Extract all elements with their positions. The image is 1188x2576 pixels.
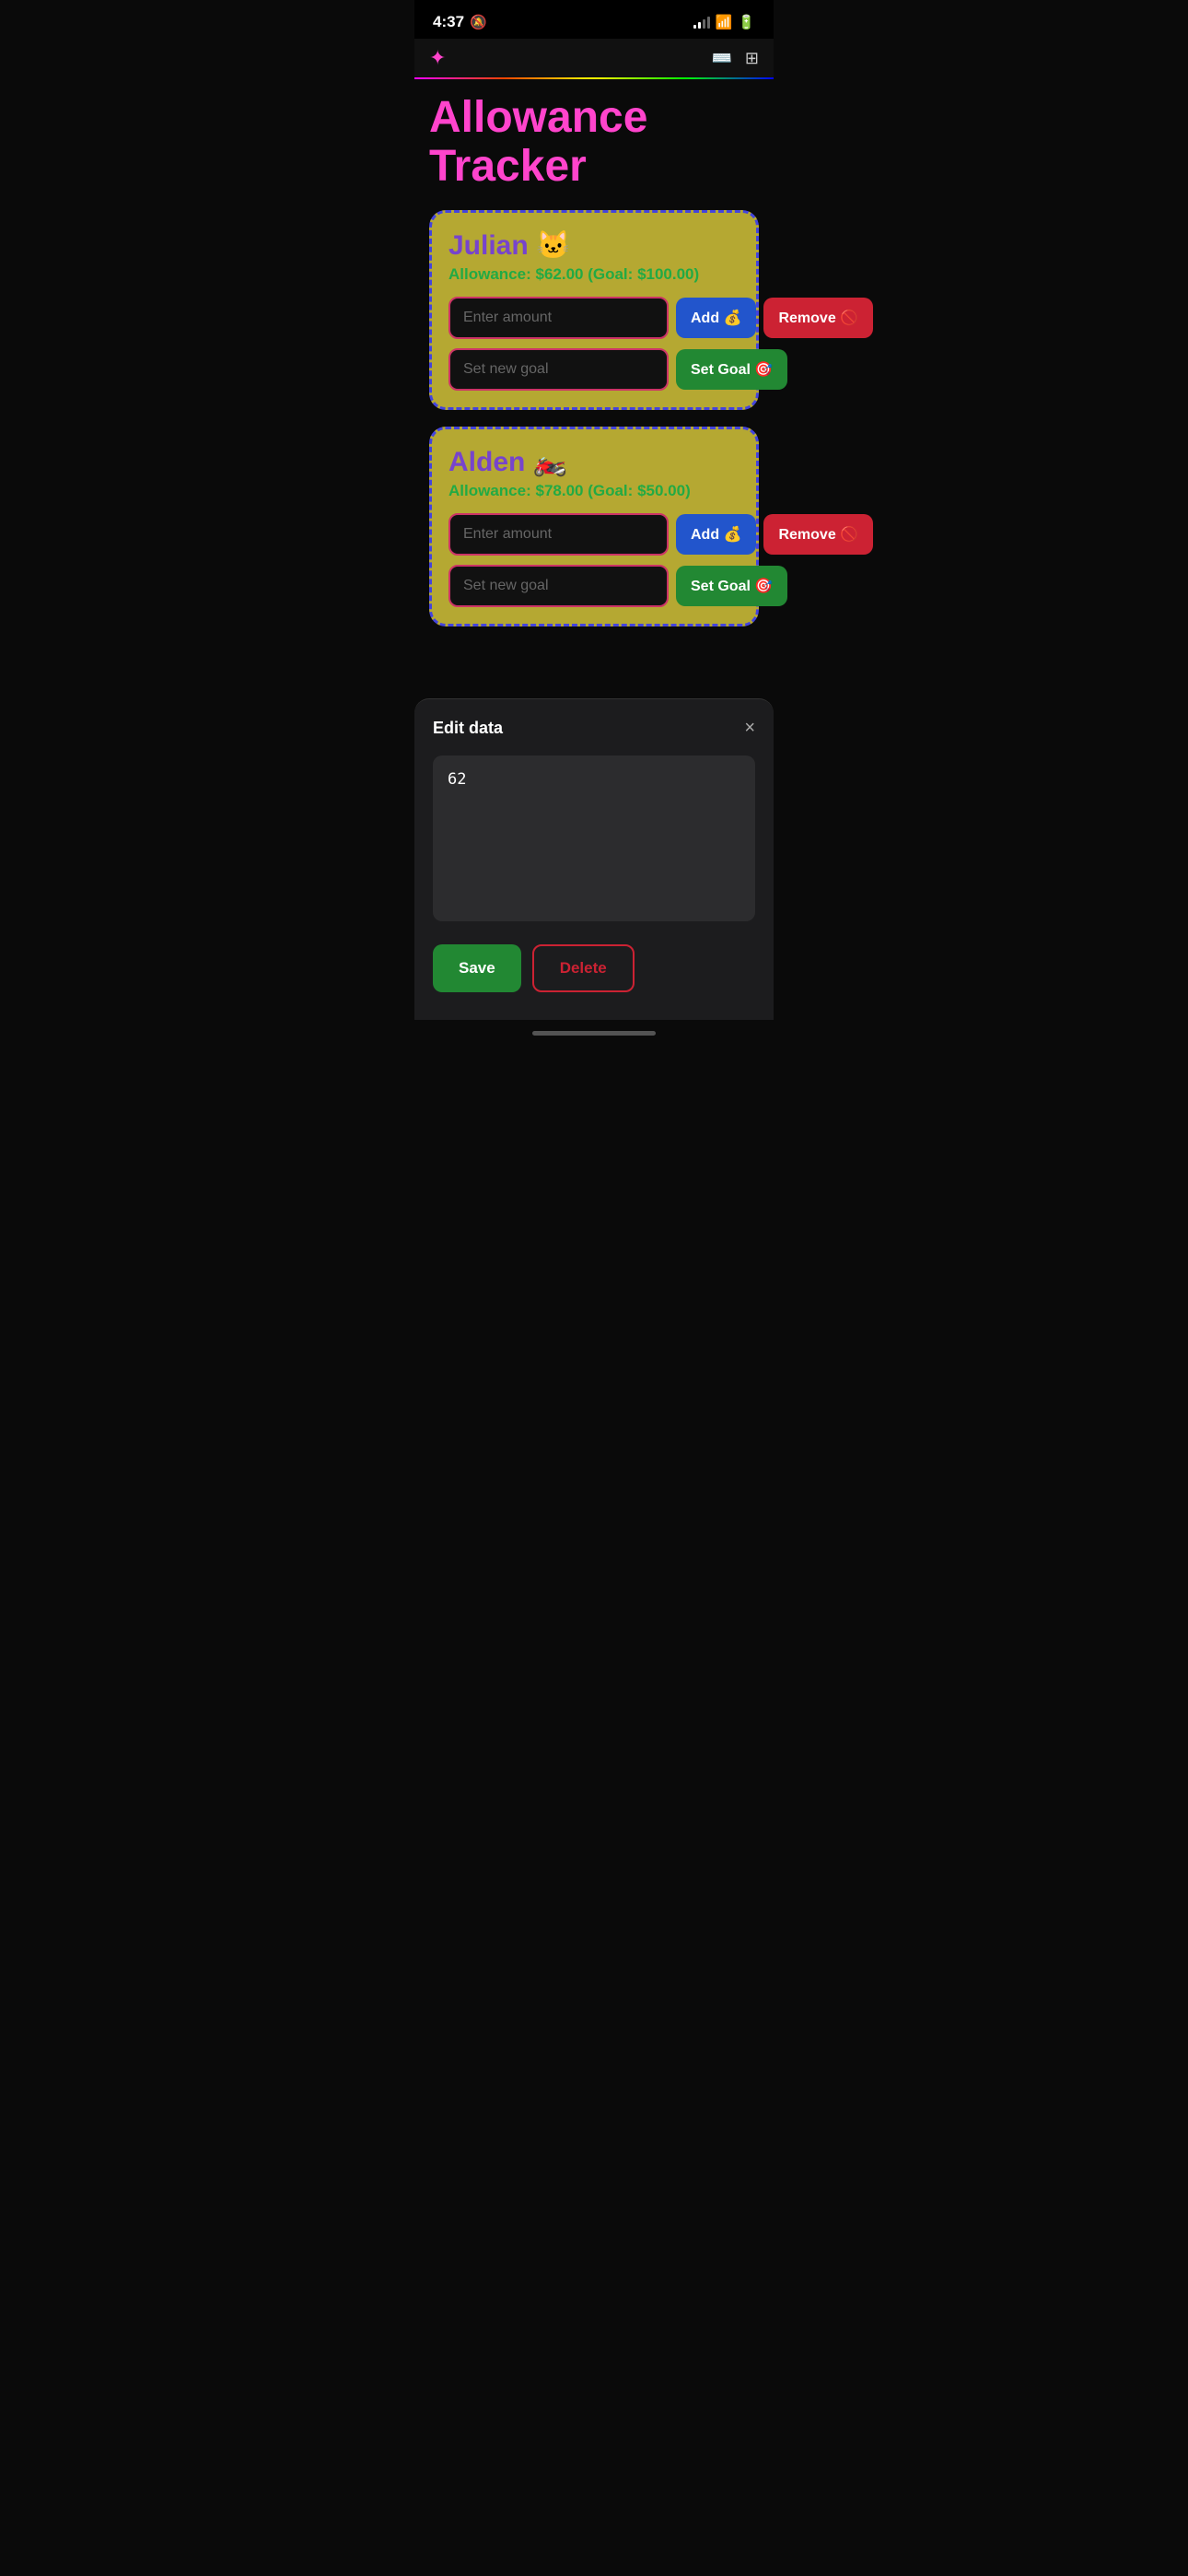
julian-goal-row: Set Goal 🎯 (448, 348, 740, 391)
keyboard-icon[interactable]: ⌨️ (711, 49, 731, 68)
signal-icon (693, 17, 710, 29)
app-logo-icon: ✦ (429, 46, 446, 70)
bell-icon: 🔕 (470, 14, 487, 30)
edit-panel-header: Edit data × (433, 718, 755, 739)
julian-allowance-info: Allowance: $62.00 (Goal: $100.00) (448, 265, 740, 284)
julian-card: Julian 🐱 Allowance: $62.00 (Goal: $100.0… (429, 210, 759, 410)
edit-actions: Save Delete (433, 944, 755, 992)
wifi-icon: 📶 (716, 14, 733, 30)
alden-allowance-info: Allowance: $78.00 (Goal: $50.00) (448, 482, 740, 500)
alden-add-button[interactable]: Add 💰 (676, 514, 756, 555)
alden-set-goal-button[interactable]: Set Goal 🎯 (676, 566, 787, 606)
edit-panel-title: Edit data (433, 719, 503, 738)
alden-amount-input[interactable] (448, 513, 669, 556)
nav-actions: ⌨️ ⊞ (711, 49, 759, 68)
fullscreen-icon[interactable]: ⊞ (745, 49, 759, 68)
nav-bar: ✦ ⌨️ ⊞ (414, 39, 774, 79)
status-time: 4:37 (433, 13, 464, 31)
alden-amount-row: Add 💰 Remove 🚫 (448, 513, 740, 556)
alden-goal-row: Set Goal 🎯 (448, 565, 740, 607)
julian-remove-button[interactable]: Remove 🚫 (763, 298, 873, 338)
save-button[interactable]: Save (433, 944, 521, 992)
main-content: Allowance Tracker Julian 🐱 Allowance: $6… (414, 79, 774, 662)
alden-name: Alden 🏍️ (448, 446, 740, 478)
delete-button[interactable]: Delete (532, 944, 635, 992)
home-indicator (532, 1031, 656, 1036)
battery-icon: 🔋 (738, 14, 755, 30)
edit-panel: Edit data × 62 Save Delete (414, 698, 774, 1020)
edit-textarea[interactable]: 62 (433, 755, 755, 921)
alden-card: Alden 🏍️ Allowance: $78.00 (Goal: $50.00… (429, 427, 759, 626)
edit-panel-close-button[interactable]: × (744, 718, 755, 739)
status-icons: 📶 🔋 (693, 14, 755, 30)
alden-remove-button[interactable]: Remove 🚫 (763, 514, 873, 555)
julian-amount-row: Add 💰 Remove 🚫 (448, 297, 740, 339)
julian-amount-input[interactable] (448, 297, 669, 339)
status-bar: 4:37 🔕 📶 🔋 (414, 0, 774, 39)
julian-name: Julian 🐱 (448, 229, 740, 262)
julian-goal-input[interactable] (448, 348, 669, 391)
app-title: Allowance Tracker (429, 94, 759, 192)
julian-add-button[interactable]: Add 💰 (676, 298, 756, 338)
alden-goal-input[interactable] (448, 565, 669, 607)
julian-set-goal-button[interactable]: Set Goal 🎯 (676, 349, 787, 390)
